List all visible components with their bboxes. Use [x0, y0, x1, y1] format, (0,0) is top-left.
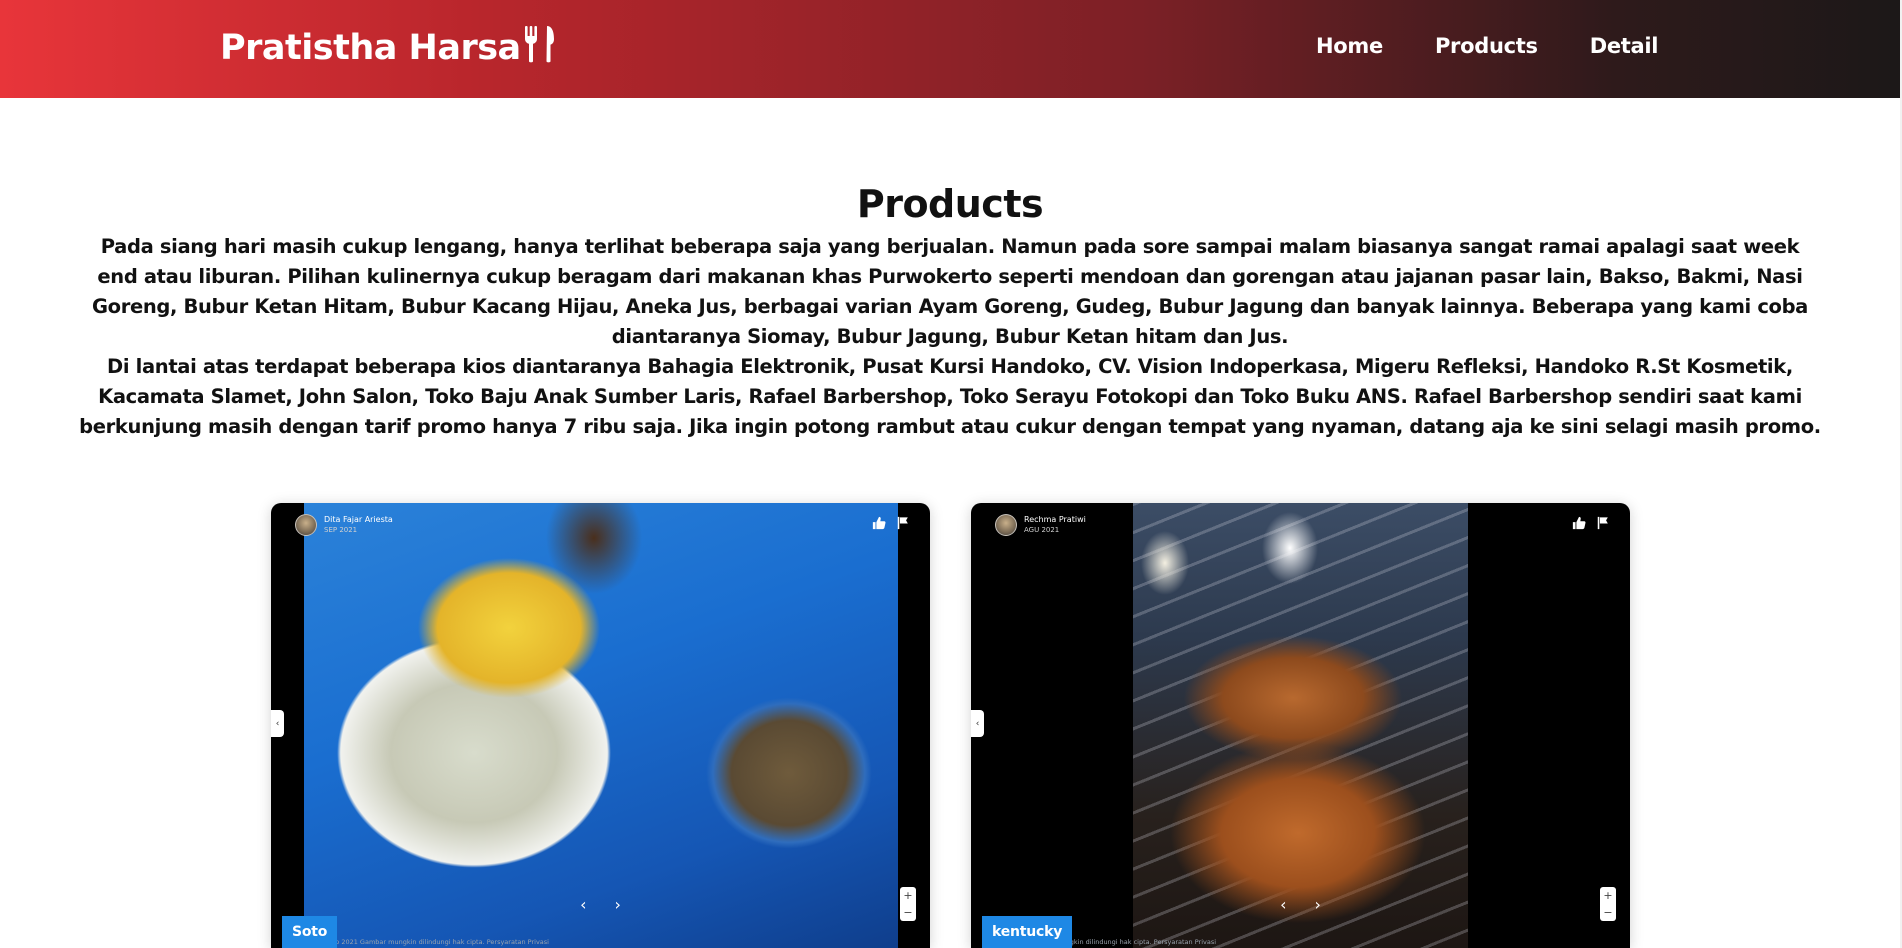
page-title: Products	[856, 182, 1044, 226]
nav-detail[interactable]: Detail	[1590, 34, 1659, 58]
avatar[interactable]	[295, 514, 317, 536]
zoom-in-button[interactable]: +	[903, 889, 912, 902]
brand-link[interactable]: Pratistha Harsa	[220, 24, 555, 72]
image-credit: Sep 2021 Gambar mungkin dilindungi hak c…	[327, 938, 549, 946]
description-paragraph-2: Di lantai atas terdapat beberapa kios di…	[79, 355, 1821, 438]
product-card[interactable]: Dita Fajar Ariesta SEP 2021 ‹ ‹ › + − Se…	[271, 503, 930, 948]
flag-icon[interactable]	[1596, 515, 1610, 530]
brand-name: Pratistha Harsa	[220, 28, 521, 68]
poster-date: AGU 2021	[1024, 526, 1060, 534]
top-navbar: Pratistha Harsa Home Products Detail	[0, 0, 1900, 98]
poster-date: SEP 2021	[324, 526, 358, 534]
product-tag: kentucky	[982, 916, 1073, 948]
product-photo[interactable]	[1133, 503, 1468, 948]
product-tag: Soto	[282, 916, 338, 948]
zoom-out-button[interactable]: −	[1603, 906, 1612, 919]
poster-name[interactable]: Rechma Pratiwi	[1024, 514, 1086, 525]
product-photo[interactable]	[304, 503, 898, 948]
nav-products[interactable]: Products	[1435, 34, 1538, 58]
poster-name[interactable]: Dita Fajar Ariesta	[324, 514, 393, 525]
poster-info: Rechma Pratiwi AGU 2021	[995, 514, 1086, 536]
side-collapse-button[interactable]: ‹	[971, 710, 984, 737]
product-card[interactable]: Rechma Pratiwi AGU 2021 ‹ ‹ › + − Gambar…	[971, 503, 1630, 948]
chevron-left-icon[interactable]: ‹	[1280, 895, 1286, 914]
poster-info: Dita Fajar Ariesta SEP 2021	[295, 514, 393, 536]
avatar[interactable]	[995, 514, 1017, 536]
nav-home[interactable]: Home	[1316, 34, 1383, 58]
chevron-right-icon[interactable]: ›	[615, 895, 621, 914]
chevron-right-icon[interactable]: ›	[1315, 895, 1321, 914]
zoom-control: + −	[900, 887, 916, 921]
thumbs-up-icon[interactable]	[872, 515, 886, 530]
side-collapse-button[interactable]: ‹	[271, 710, 284, 737]
zoom-in-button[interactable]: +	[1603, 889, 1612, 902]
description-paragraph-1: Pada siang hari masih cukup lengang, han…	[92, 235, 1808, 348]
products-description: Pada siang hari masih cukup lengang, han…	[78, 232, 1822, 442]
main-nav: Home Products Detail	[1316, 34, 1710, 58]
thumbs-up-icon[interactable]	[1572, 515, 1586, 530]
cutlery-icon	[523, 24, 555, 73]
zoom-control: + −	[1600, 887, 1616, 921]
flag-icon[interactable]	[896, 515, 910, 530]
zoom-out-button[interactable]: −	[903, 906, 912, 919]
chevron-left-icon[interactable]: ‹	[580, 895, 586, 914]
